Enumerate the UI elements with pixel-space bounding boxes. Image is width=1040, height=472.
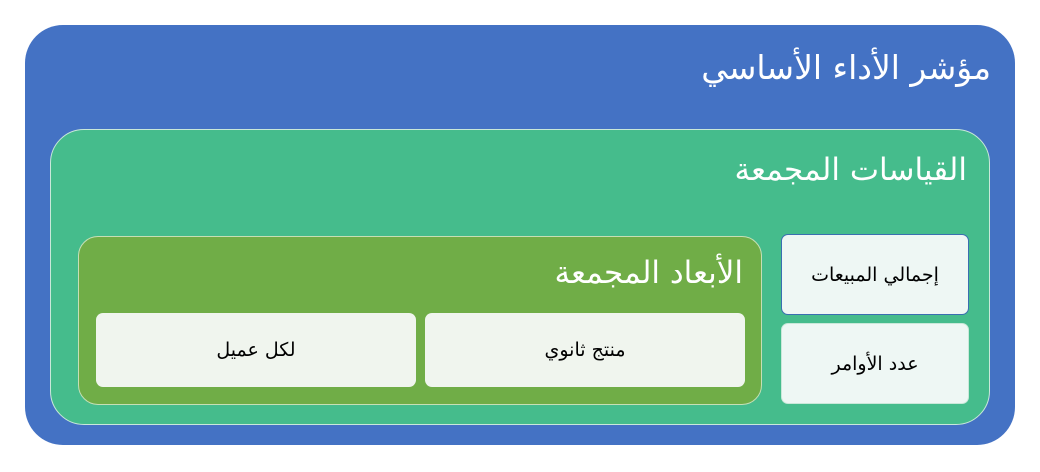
measure-total-sales-label: إجمالي المبيعات (811, 263, 939, 286)
aggregated-measures-group: القياسات المجمعة إجمالي المبيعات عدد الأ… (50, 129, 990, 425)
measure-order-count[interactable]: عدد الأوامر (781, 323, 969, 404)
dimension-subproduct[interactable]: منتج ثانوي (425, 313, 745, 387)
aggregated-measures-title: القياسات المجمعة (734, 152, 968, 188)
aggregated-dimensions-title: الأبعاد المجمعة (554, 255, 743, 291)
dimension-per-customer-label: لكل عميل (216, 339, 296, 361)
measure-total-sales[interactable]: إجمالي المبيعات (781, 234, 969, 315)
kpi-title: مؤشر الأداء الأساسي (701, 48, 991, 87)
dimension-per-customer[interactable]: لكل عميل (96, 313, 416, 387)
kpi-container: مؤشر الأداء الأساسي القياسات المجمعة إجم… (25, 25, 1015, 445)
dimension-subproduct-label: منتج ثانوي (544, 339, 626, 361)
aggregated-dimensions-group: الأبعاد المجمعة منتج ثانوي لكل عميل (78, 236, 762, 405)
measure-order-count-label: عدد الأوامر (831, 352, 919, 375)
